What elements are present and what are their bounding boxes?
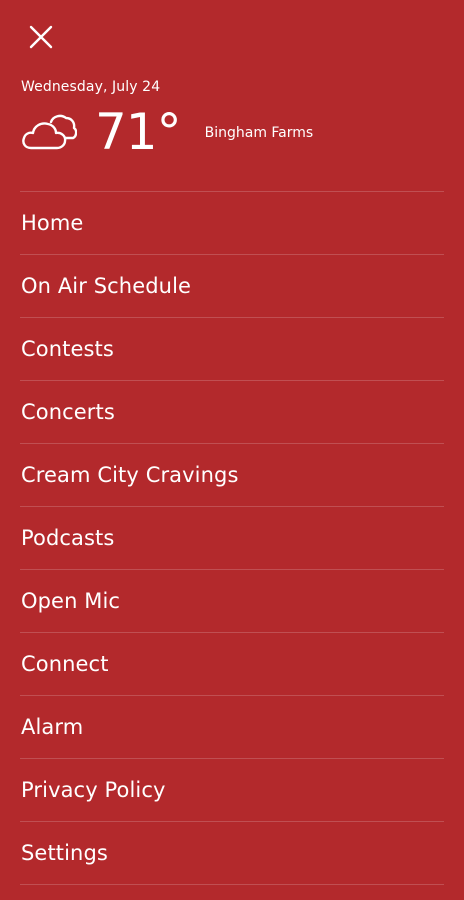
weather-location: Bingham Farms bbox=[204, 125, 314, 141]
menu-item-on-air-schedule[interactable]: On Air Schedule bbox=[20, 255, 444, 318]
menu-item-cream-city-cravings[interactable]: Cream City Cravings bbox=[20, 444, 444, 507]
close-icon bbox=[29, 25, 53, 49]
menu-item-podcasts[interactable]: Podcasts bbox=[20, 507, 444, 570]
weather-temperature: 71° bbox=[95, 103, 182, 161]
menu-item-privacy-policy[interactable]: Privacy Policy bbox=[20, 759, 444, 822]
menu-item-contests[interactable]: Contests bbox=[20, 318, 444, 381]
menu-item-settings[interactable]: Settings bbox=[20, 822, 444, 885]
navigation-menu: Home On Air Schedule Contests Concerts C… bbox=[20, 191, 444, 885]
close-button[interactable] bbox=[22, 18, 60, 56]
menu-item-home[interactable]: Home bbox=[20, 192, 444, 255]
partly-cloudy-icon bbox=[22, 114, 77, 150]
weather-date: Wednesday, July 24 bbox=[21, 79, 161, 95]
menu-item-concerts[interactable]: Concerts bbox=[20, 381, 444, 444]
menu-item-alarm[interactable]: Alarm bbox=[20, 696, 444, 759]
weather-widget: Wednesday, July 24 71° Bingham Farms bbox=[21, 78, 444, 160]
menu-item-connect[interactable]: Connect bbox=[20, 633, 444, 696]
menu-item-open-mic[interactable]: Open Mic bbox=[20, 570, 444, 633]
weather-row: 71° Bingham Farms bbox=[21, 104, 444, 160]
